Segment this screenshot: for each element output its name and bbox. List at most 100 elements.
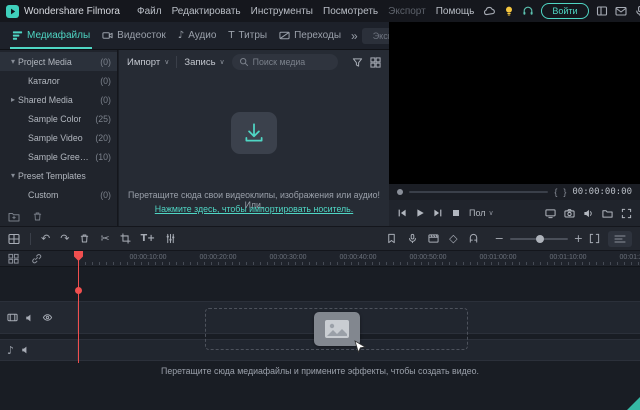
sidebar-item-sample-color[interactable]: Sample Color (25) xyxy=(0,109,117,128)
tab-audio[interactable]: ♪ Аудио xyxy=(172,22,223,49)
menu-help[interactable]: Помощь xyxy=(432,6,479,17)
snapshot-camera-icon[interactable] xyxy=(564,208,575,219)
eye-icon[interactable] xyxy=(42,312,53,323)
record-dropdown[interactable]: Запись ∨ xyxy=(184,57,224,68)
track-view-toggle[interactable] xyxy=(608,231,632,247)
folder-icon[interactable] xyxy=(602,208,613,219)
mark-in-icon[interactable]: { xyxy=(554,187,557,197)
tips-bulb-icon[interactable] xyxy=(503,5,515,17)
media-search[interactable] xyxy=(232,54,338,70)
snap-icon[interactable] xyxy=(468,233,479,244)
delete-icon[interactable] xyxy=(79,233,90,244)
login-button[interactable]: Войти xyxy=(541,3,588,19)
tab-stock-media[interactable]: Видеосток xyxy=(96,22,172,49)
sidebar-item-project-media[interactable]: ▾ Project Media (0) xyxy=(0,52,117,71)
redo-icon[interactable]: ↷ xyxy=(60,233,69,244)
previous-frame-button[interactable] xyxy=(397,208,407,218)
manage-tracks-icon[interactable] xyxy=(8,253,19,264)
marker-icon[interactable] xyxy=(386,233,397,244)
workspace-layout-icon[interactable] xyxy=(8,233,20,245)
sidebar-item-shared-media[interactable]: ▸ Shared Media (0) xyxy=(0,90,117,109)
split-scissors-icon[interactable]: ✂ xyxy=(100,233,109,244)
mute-track-icon[interactable] xyxy=(21,345,31,355)
filter-icon[interactable] xyxy=(352,57,363,68)
seek-handle[interactable] xyxy=(397,189,403,195)
divider xyxy=(30,233,31,245)
caret-right-icon[interactable]: ▸ xyxy=(8,95,18,104)
add-text-icon[interactable]: T+ xyxy=(141,234,155,244)
import-dropdown[interactable]: Импорт ∨ xyxy=(127,57,169,68)
sidebar-item-catalog[interactable]: Каталог (0) xyxy=(0,71,117,90)
fit-timeline-icon[interactable] xyxy=(589,233,600,244)
menu-export[interactable]: Экспорт xyxy=(384,6,430,17)
sidebar-item-sample-video[interactable]: Sample Video (20) xyxy=(0,128,117,147)
delete-folder-icon[interactable] xyxy=(32,211,43,222)
media-drop-zone[interactable]: Перетащите сюда свои видеоклипы, изображ… xyxy=(119,74,389,226)
sidebar-item-custom[interactable]: Custom (0) xyxy=(0,185,117,204)
zoom-out-icon[interactable]: − xyxy=(495,233,504,244)
render-preview-icon[interactable] xyxy=(428,233,439,244)
mark-out-icon[interactable]: } xyxy=(563,187,566,197)
tab-media[interactable]: Медиафайлы xyxy=(6,22,96,49)
playhead[interactable] xyxy=(78,251,79,363)
import-media-icon[interactable] xyxy=(231,112,277,154)
play-button[interactable] xyxy=(415,208,425,218)
next-frame-button[interactable] xyxy=(433,208,443,218)
menu-edit[interactable]: Редактировать xyxy=(168,6,245,17)
resize-grip[interactable] xyxy=(627,397,640,410)
sidebar-item-preset-templates[interactable]: ▾ Preset Templates xyxy=(0,166,117,185)
display-device-icon[interactable] xyxy=(545,208,556,219)
preview-seekbar: { } 00:00:00:00 xyxy=(389,184,640,200)
caret-down-icon[interactable]: ▾ xyxy=(8,57,18,66)
link-icon[interactable] xyxy=(31,253,42,264)
cloud-icon[interactable] xyxy=(483,5,496,17)
tab-transitions[interactable]: Переходы xyxy=(273,22,347,49)
seek-track[interactable] xyxy=(409,191,548,193)
search-input[interactable] xyxy=(253,57,327,67)
stop-button[interactable] xyxy=(451,208,461,218)
zoom-in-icon[interactable]: + xyxy=(574,233,583,244)
menu-tools[interactable]: Инструменты xyxy=(247,6,317,17)
more-tabs-chevron-icon[interactable]: » xyxy=(347,29,362,43)
microphone-icon[interactable] xyxy=(634,5,640,17)
divider xyxy=(176,56,177,68)
tab-titles[interactable]: T Титры xyxy=(222,22,273,49)
preview-panel: { } 00:00:00:00 Пол ∨ xyxy=(389,22,640,226)
titlebar: Wondershare Filmora Файл Редактировать И… xyxy=(0,0,640,22)
mute-track-icon[interactable] xyxy=(25,313,35,323)
zoom-slider-knob[interactable] xyxy=(536,235,544,243)
undo-icon[interactable]: ↶ xyxy=(41,233,50,244)
sidebar-item-count: (25) xyxy=(91,114,111,124)
sidebar-item-count: (0) xyxy=(96,190,111,200)
ruler-ticks xyxy=(78,262,640,265)
menu-file[interactable]: Файл xyxy=(133,6,166,17)
import-media-link[interactable]: Нажмите здесь, чтобы импортировать носит… xyxy=(119,204,389,214)
voiceover-mic-icon[interactable] xyxy=(407,233,418,244)
menu-view[interactable]: Посмотреть xyxy=(319,6,382,17)
new-folder-icon[interactable] xyxy=(8,211,20,222)
preview-zoom-dropdown[interactable]: Пол ∨ xyxy=(469,208,494,218)
caret-down-icon[interactable]: ▾ xyxy=(8,171,18,180)
media-placeholder-icon xyxy=(314,312,360,346)
grid-view-icon[interactable] xyxy=(370,57,381,68)
layout-switch-icon[interactable] xyxy=(596,5,608,17)
mail-icon[interactable] xyxy=(615,5,627,17)
edit-toolbar: ↶ ↷ ✂ T+ ◇ − + xyxy=(0,226,640,251)
zoom-slider[interactable] xyxy=(510,238,568,240)
speaker-icon[interactable] xyxy=(583,208,594,219)
support-headset-icon[interactable] xyxy=(522,5,534,17)
sidebar-item-count: (0) xyxy=(96,57,111,67)
fullscreen-icon[interactable] xyxy=(621,208,632,219)
chevron-down-icon: ∨ xyxy=(220,59,225,66)
timeline-drop-target[interactable] xyxy=(205,308,468,350)
crop-icon[interactable] xyxy=(120,233,131,244)
playhead-knob[interactable] xyxy=(75,287,82,294)
media-toolbar: Импорт ∨ Запись ∨ xyxy=(119,50,389,74)
preview-video-area[interactable] xyxy=(389,22,640,184)
media-tab-icon xyxy=(12,30,23,41)
keyframe-icon[interactable]: ◇ xyxy=(449,233,457,244)
video-track-header xyxy=(0,302,78,333)
audio-mixer-icon[interactable] xyxy=(165,233,176,244)
sidebar-item-sample-green-screen[interactable]: Sample Green Scre... (10) xyxy=(0,147,117,166)
timeline-ruler[interactable]: 00:00:10:00 00:00:20:00 00:00:30:00 00:0… xyxy=(0,251,640,267)
